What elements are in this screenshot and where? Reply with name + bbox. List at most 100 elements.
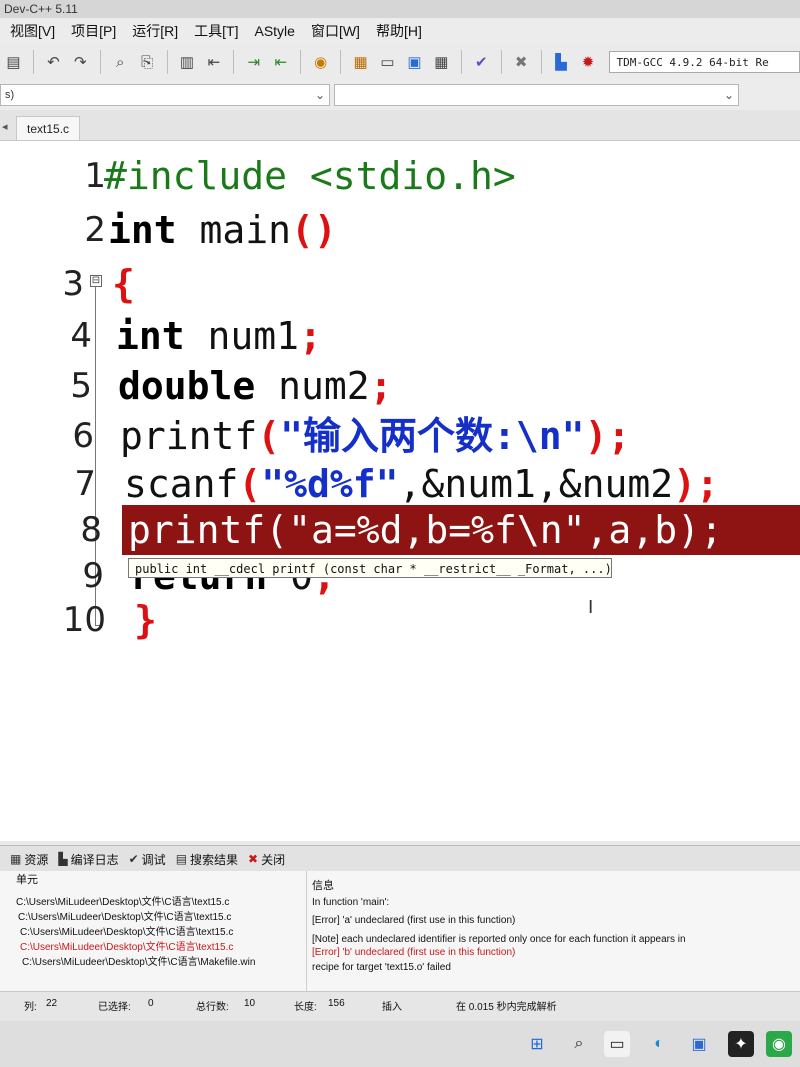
- code-editor[interactable]: ⊟ 1 #include <stdio.h> 2 int main() 3 { …: [0, 140, 800, 841]
- message-info: In function 'main':: [312, 897, 390, 908]
- tab-search-results[interactable]: ▤ 搜索结果: [176, 851, 238, 868]
- indent-icon[interactable]: ▥: [177, 51, 198, 73]
- window-icon[interactable]: ▭: [377, 51, 398, 73]
- code-line-8: 8 printf("a=%d,b=%f\n",a,b);: [0, 505, 800, 555]
- tiles-icon[interactable]: ▦: [431, 51, 452, 73]
- back-icon[interactable]: ⇤: [270, 51, 291, 73]
- message-unit: C:\Users\MiLudeer\Desktop\文件\C语言\text15.…: [20, 927, 234, 938]
- search-icon[interactable]: ⌕: [566, 1031, 592, 1057]
- line-number: 4: [70, 316, 92, 356]
- tab-text15-c[interactable]: text15.c: [16, 116, 80, 140]
- redo-icon[interactable]: ↷: [70, 51, 91, 73]
- windows-start-icon[interactable]: ⊞: [524, 1031, 550, 1057]
- tab-resources[interactable]: ▦ 资源: [10, 851, 48, 868]
- chevron-left-icon[interactable]: ◂: [2, 120, 8, 133]
- class-select[interactable]: s) ⌄: [0, 84, 330, 106]
- tab-debug[interactable]: ✔ 调试: [129, 851, 166, 868]
- code-line-3: 3 {: [0, 259, 800, 309]
- tab-close[interactable]: ✖ 关闭: [248, 851, 285, 868]
- code-text: printf("a=%d,b=%f\n",a,b);: [128, 508, 723, 552]
- line-number: 6: [72, 416, 94, 456]
- menu-help[interactable]: 帮助[H]: [376, 21, 422, 41]
- message-unit: C:\Users\MiLudeer\Desktop\文件\C语言\text15.…: [18, 912, 232, 923]
- unindent-icon[interactable]: ⇤: [203, 51, 224, 73]
- chevron-down-icon: ⌄: [314, 88, 325, 102]
- goto-icon[interactable]: ⇥: [243, 51, 264, 73]
- tab-compile-log[interactable]: ▙ 编译日志: [58, 851, 118, 868]
- status-parse-time: 在 0.015 秒内完成解析: [456, 1002, 557, 1013]
- status-sel-value: 0: [148, 998, 154, 1009]
- message-unit: C:\Users\MiLudeer\Desktop\文件\C语言\text15.…: [20, 942, 234, 953]
- symbol: (): [291, 208, 337, 252]
- identifier: num1: [184, 314, 300, 358]
- status-length-label: 长度:: [294, 1002, 317, 1013]
- toolbar-separator: [460, 50, 462, 74]
- chart-icon[interactable]: ▙: [551, 51, 572, 73]
- undo-icon[interactable]: ↶: [43, 51, 64, 73]
- function-signature-tooltip: public int __cdecl printf (const char * …: [128, 558, 612, 578]
- grid-icon[interactable]: ▦: [350, 51, 371, 73]
- menu-project[interactable]: 项目[P]: [71, 21, 116, 41]
- message-info: [Error] 'a' undeclared (first use in thi…: [312, 915, 516, 926]
- keyword: double: [118, 364, 256, 408]
- string-literal: "输入两个数:\n": [280, 414, 585, 458]
- files-icon[interactable]: ▭: [604, 1031, 630, 1057]
- check-icon[interactable]: ✔: [471, 51, 492, 73]
- code-line-2: 2 int main(): [0, 205, 800, 255]
- close-icon[interactable]: ✖: [511, 51, 532, 73]
- layout-icon[interactable]: ▣: [404, 51, 425, 73]
- member-select[interactable]: ⌄: [334, 84, 739, 106]
- menu-view[interactable]: 视图[V]: [10, 21, 55, 41]
- line-number: 2: [84, 210, 106, 250]
- keyword: int: [108, 208, 177, 252]
- debug-icon[interactable]: ✹: [578, 51, 599, 73]
- column-header-unit: 单元: [16, 874, 38, 886]
- code-line-5: 5 double num2;: [0, 361, 800, 411]
- line-number: 8: [80, 510, 102, 550]
- compiler-messages-panel: 单元 信息 C:\Users\MiLudeer\Desktop\文件\C语言\t…: [0, 871, 800, 991]
- close-icon: ✖: [248, 852, 259, 866]
- string-literal: "%d%f": [261, 462, 399, 506]
- mail-icon[interactable]: ▣: [686, 1031, 712, 1057]
- edge-icon[interactable]: ◐: [646, 1031, 672, 1057]
- column-header-info: 信息: [312, 880, 334, 892]
- print-icon[interactable]: ▤: [3, 51, 24, 73]
- code-line-1: 1 #include <stdio.h>: [0, 151, 800, 201]
- column-divider: [306, 871, 307, 991]
- toolbar-separator: [300, 50, 302, 74]
- toolbar-separator: [500, 50, 502, 74]
- line-number: 3: [62, 264, 84, 304]
- status-total-label: 总行数:: [196, 1002, 229, 1013]
- wechat-icon[interactable]: ◉: [766, 1031, 792, 1057]
- code-line-10: 10 }: [0, 595, 800, 645]
- app-icon[interactable]: ✦: [728, 1031, 754, 1057]
- code-text: int main(): [108, 205, 337, 255]
- menu-run[interactable]: 运行[R]: [132, 21, 178, 41]
- message-unit: C:\Users\MiLudeer\Desktop\文件\C语言\text15.…: [16, 897, 230, 908]
- message-info: [Error] 'b' undeclared (first use in thi…: [312, 947, 516, 958]
- code-line-6: 6 printf("输入两个数:\n");: [0, 411, 800, 461]
- search-results-icon: ▤: [175, 852, 188, 866]
- compiler-select[interactable]: TDM-GCC 4.9.2 64-bit Re: [609, 51, 800, 73]
- menu-astyle[interactable]: AStyle: [254, 23, 294, 39]
- tab-label: 编译日志: [70, 852, 119, 867]
- replace-icon[interactable]: ⎘: [137, 51, 158, 73]
- tab-label: 调试: [141, 852, 166, 867]
- menu-bar: 视图[V] 项目[P] 运行[R] 工具[T] AStyle 窗口[W] 帮助[…: [0, 18, 800, 44]
- bookmark-icon[interactable]: ◉: [310, 51, 331, 73]
- menu-tools[interactable]: 工具[T]: [194, 21, 238, 41]
- toolbar-separator: [166, 50, 168, 74]
- error-line-highlight: printf("a=%d,b=%f\n",a,b);: [122, 505, 800, 555]
- toolbar-separator: [99, 50, 101, 74]
- menu-window[interactable]: 窗口[W]: [311, 21, 360, 41]
- message-unit: C:\Users\MiLudeer\Desktop\文件\C语言\Makefil…: [22, 957, 256, 968]
- status-insert-mode: 插入: [382, 1002, 402, 1013]
- find-icon[interactable]: ⌕: [110, 51, 131, 73]
- message-info: [Note] each undeclared identifier is rep…: [312, 934, 686, 945]
- code-text: {: [112, 262, 135, 306]
- symbol: (: [238, 462, 262, 506]
- line-number: 7: [74, 464, 96, 504]
- toolbar: ▤ ↶ ↷ ⌕ ⎘ ▥ ⇤ ⇥ ⇤ ◉ ▦ ▭ ▣ ▦ ✔ ✖ ▙ ✹ TDM-…: [0, 44, 800, 81]
- chevron-down-icon: ⌄: [723, 88, 734, 102]
- toolbar-separator: [540, 50, 542, 74]
